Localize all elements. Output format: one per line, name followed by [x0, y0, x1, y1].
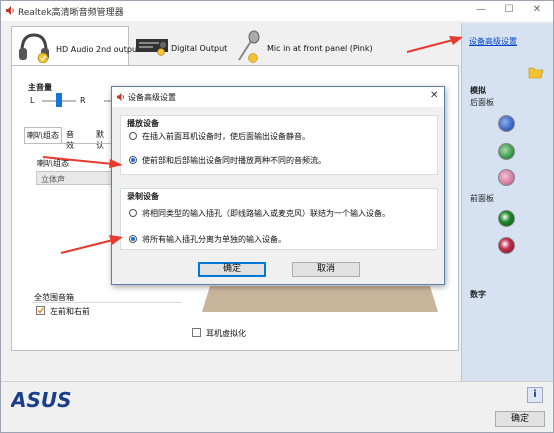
fullrange-divider: [32, 302, 182, 303]
subtab-effects[interactable]: 音效: [66, 129, 74, 151]
connector-side-panel: 设备高级设置 模拟 后面板 前面板 数字: [461, 23, 553, 381]
advanced-settings-dialog: 设备高级设置 ✕ 播放设备 在插入前面耳机设备时，使后面输出设备静音。 使前部和…: [111, 86, 445, 285]
playback-group-label: 播放设备: [127, 119, 159, 128]
playback-group: 播放设备 在插入前面耳机设备时，使后面输出设备静音。 使前部和后部输出设备同时播…: [120, 115, 438, 175]
dialog-title-bar: 设备高级设置 ✕: [112, 87, 444, 107]
front-jack-red[interactable]: [498, 237, 515, 254]
tab-label: Mic in at front panel (Pink): [267, 44, 373, 53]
back-jack-green[interactable]: [498, 143, 515, 160]
digital-label: 数字: [470, 290, 486, 299]
back-jack-blue[interactable]: [498, 115, 515, 132]
record-option-2-label[interactable]: 将所有输入插孔分离为单独的输入设备。: [142, 234, 286, 245]
back-jack-pink[interactable]: [498, 169, 515, 186]
minimize-button[interactable]: —: [467, 3, 495, 17]
headphone-virtual-label: 耳机虚拟化: [206, 329, 246, 338]
record-option-1-label[interactable]: 将相同类型的输入插孔（即线路输入或麦克风）联结为一个输入设备。: [142, 208, 390, 219]
maximize-button[interactable]: ☐: [495, 3, 523, 17]
tab-mic-front-panel[interactable]: Mic in at front panel (Pink): [231, 26, 373, 66]
volume-left-label: L: [30, 96, 35, 105]
title-bar: Realtek高清晰音频管理器 — ☐ ✕: [1, 1, 553, 21]
front-jack-green[interactable]: [498, 210, 515, 227]
asus-logo: ASUS: [11, 390, 72, 410]
back-panel-label: 后面板: [470, 98, 494, 107]
record-group-label: 录制设备: [127, 192, 159, 201]
speaker-app-icon: [6, 6, 14, 15]
main-ok-button[interactable]: 确定: [495, 411, 545, 427]
tab-hd-audio-2nd-output[interactable]: HD Audio 2nd output: [11, 26, 140, 66]
subtab-default[interactable]: 默认: [96, 129, 104, 151]
advanced-settings-link[interactable]: 设备高级设置: [469, 36, 517, 47]
tab-digital-output[interactable]: Digital Output: [133, 26, 227, 66]
record-option-2-radio[interactable]: [129, 235, 137, 243]
subtab-speaker-config[interactable]: 喇叭组态: [24, 127, 62, 143]
speaker-config-value: 立体声: [41, 175, 65, 184]
playback-option-2-label[interactable]: 使前部和后部输出设备同时播放两种不同的音频流。: [142, 155, 326, 166]
playback-option-1-radio[interactable]: [129, 132, 137, 140]
balance-slider-thumb[interactable]: [56, 93, 62, 107]
volume-label: 主音量: [28, 83, 52, 92]
speaker-config-select[interactable]: 立体声: [36, 171, 112, 185]
volume-right-label: R: [80, 96, 86, 105]
headphone-virtual-checkbox[interactable]: [192, 328, 201, 337]
annotation-arrow-to-link: [406, 36, 463, 53]
microphone-icon: [238, 30, 260, 63]
analog-label: 模拟: [470, 86, 486, 95]
tab-label: HD Audio 2nd output: [56, 45, 141, 54]
record-group: 录制设备 将相同类型的输入插孔（即线路输入或麦克风）联结为一个输入设备。 将所有…: [120, 188, 438, 250]
asus-logo-text: ASUS: [11, 390, 72, 410]
device-tab-bar: HD Audio 2nd output Digital Output Mic i…: [11, 26, 459, 66]
bottom-bar: ASUS i 确定: [1, 381, 553, 432]
headphones-icon: [19, 33, 49, 64]
front-panel-label: 前面板: [470, 194, 494, 203]
subtab-divider: [24, 143, 124, 144]
playback-option-1-label[interactable]: 在插入前面耳机设备时，使后面输出设备静音。: [142, 131, 310, 142]
checkmark-icon: [37, 307, 44, 314]
tab-label: Digital Output: [171, 44, 228, 53]
dialog-close-button[interactable]: ✕: [430, 90, 438, 101]
dialog-title: 设备高级设置: [128, 93, 176, 102]
window-title: Realtek高清晰音频管理器: [18, 8, 124, 18]
dialog-ok-button[interactable]: 确定: [198, 262, 266, 277]
fullrange-checkbox[interactable]: [36, 306, 45, 315]
info-icon[interactable]: i: [527, 387, 543, 403]
close-window-button[interactable]: ✕: [523, 3, 551, 17]
folder-icon[interactable]: [528, 65, 544, 79]
realtek-window: Realtek高清晰音频管理器 — ☐ ✕ HD Audio 2nd outpu…: [0, 0, 554, 433]
room-floor-graphic: [202, 286, 438, 312]
digital-output-icon: [136, 39, 168, 56]
annotation-arrow-to-record-option: [60, 235, 123, 254]
dialog-cancel-button[interactable]: 取消: [292, 262, 360, 277]
record-option-1-radio[interactable]: [129, 209, 137, 217]
annotation-arrow-to-playback-option: [42, 156, 123, 168]
playback-option-2-radio[interactable]: [129, 156, 137, 164]
dialog-speaker-icon: [116, 92, 124, 102]
fullrange-check-label: 左前和右前: [50, 307, 90, 316]
